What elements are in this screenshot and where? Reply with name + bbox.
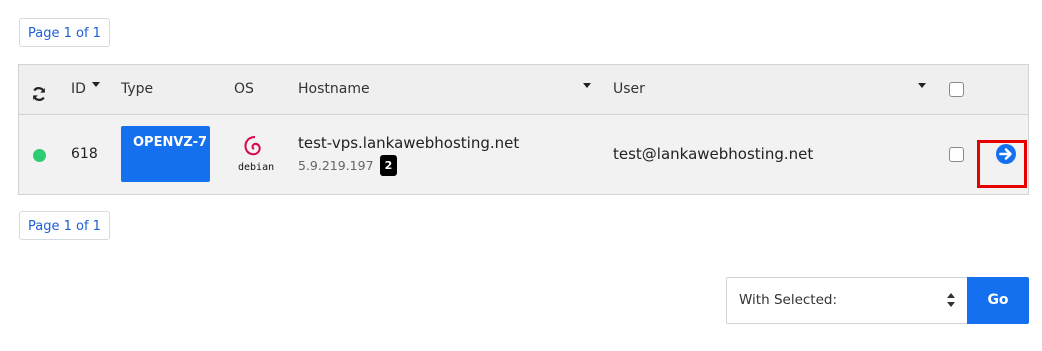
table-row[interactable]: 618 OPENVZ-7 debian test-vps.lankawebhos… [19, 115, 1028, 194]
debian-swirl-icon [244, 136, 261, 156]
column-id-header[interactable]: ID [71, 81, 101, 97]
arrow-right-circle-icon[interactable] [995, 143, 1017, 165]
select-arrows-icon [947, 293, 955, 307]
column-os-header[interactable]: OS [234, 81, 254, 97]
debian-logo-icon: debian [238, 134, 275, 178]
table-header: ID Type OS Hostname User [19, 65, 1028, 115]
status-indicator [33, 149, 46, 162]
row-checkbox[interactable] [949, 147, 964, 162]
os-label: debian [238, 162, 275, 173]
column-type-header[interactable]: Type [121, 81, 153, 97]
with-selected-select[interactable]: With Selected: [726, 277, 968, 324]
column-user-header[interactable]: User [613, 81, 645, 97]
pagination-bottom[interactable]: Page 1 of 1 [19, 211, 110, 240]
pagination-top[interactable]: Page 1 of 1 [19, 18, 110, 47]
ip-address: 5.9.219.197 [298, 158, 374, 173]
select-value: With Selected: [739, 292, 838, 308]
hostname[interactable]: test-vps.lankawebhosting.net [298, 134, 519, 152]
column-hostname-header[interactable]: Hostname [298, 81, 370, 97]
type-badge: OPENVZ-7 [121, 126, 210, 182]
hostname-sort-caret-icon[interactable] [583, 83, 591, 88]
sort-caret-icon [92, 82, 101, 87]
go-button[interactable]: Go [967, 277, 1029, 324]
row-id: 618 [71, 146, 98, 162]
select-all-checkbox[interactable] [949, 82, 964, 97]
vps-table: ID Type OS Hostname User 618 OPENVZ-7 de… [18, 64, 1029, 195]
refresh-icon[interactable] [31, 86, 47, 102]
user-email[interactable]: test@lankawebhosting.net [613, 145, 813, 163]
user-sort-caret-icon[interactable] [918, 83, 926, 88]
ip-count-badge: 2 [380, 155, 397, 176]
